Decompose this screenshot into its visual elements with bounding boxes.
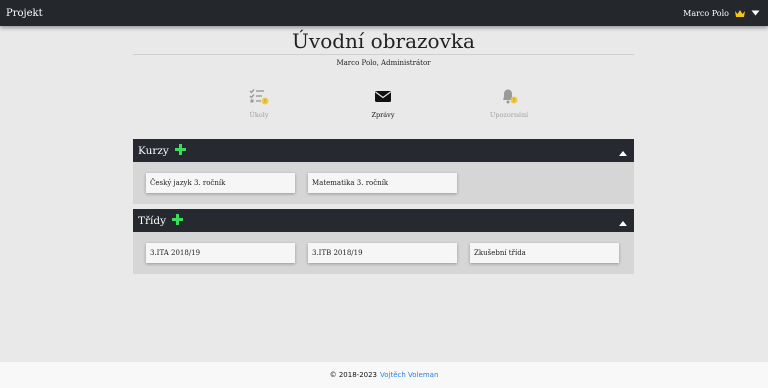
- courses-list: Český jazyk 3. ročník Matematika 3. ročn…: [133, 162, 634, 204]
- course-card[interactable]: Český jazyk 3. ročník: [146, 173, 295, 193]
- quick-link-tasks-label: Úkoly: [249, 111, 269, 119]
- page-header: Úvodní obrazovka Marco Polo, Administrát…: [133, 28, 634, 67]
- copyright-text: © 2018-2023: [329, 371, 378, 379]
- author-link[interactable]: Vojtěch Voleman: [380, 371, 438, 379]
- user-name: Marco Polo: [683, 8, 729, 18]
- class-card[interactable]: 3.ITB 2018/19: [308, 243, 457, 263]
- tasks-icon: !: [249, 88, 269, 109]
- bell-icon: !: [499, 88, 519, 109]
- classes-section-header[interactable]: Třídy: [133, 209, 634, 232]
- quick-link-messages-label: Zprávy: [371, 111, 395, 119]
- quick-link-messages[interactable]: Zprávy: [353, 88, 413, 119]
- classes-list: 3.ITA 2018/19 3.ITB 2018/19 Zkušební tří…: [133, 232, 634, 274]
- footer: © 2018-2023 Vojtěch Voleman: [0, 362, 768, 388]
- user-role-subtitle: Marco Polo, Administrátor: [336, 59, 431, 67]
- courses-section: Kurzy Český jazyk 3. ročník Matematika 3…: [133, 139, 634, 204]
- top-navbar: Projekt Marco Polo: [0, 0, 768, 26]
- collapse-classes-icon[interactable]: [619, 211, 627, 230]
- quick-link-notifications[interactable]: ! Upozornění: [479, 88, 539, 119]
- classes-section-title: Třídy: [138, 214, 167, 227]
- quick-link-notifications-label: Upozornění: [489, 111, 529, 119]
- collapse-courses-icon[interactable]: [619, 141, 627, 160]
- page-title: Úvodní obrazovka: [292, 29, 475, 53]
- envelope-icon: [374, 88, 392, 109]
- svg-text:!: !: [513, 98, 515, 104]
- course-card[interactable]: Matematika 3. ročník: [308, 173, 457, 193]
- courses-section-title: Kurzy: [138, 144, 169, 157]
- class-card[interactable]: 3.ITA 2018/19: [146, 243, 295, 263]
- title-divider: [133, 54, 634, 55]
- courses-section-header[interactable]: Kurzy: [133, 139, 634, 162]
- quick-link-tasks[interactable]: ! Úkoly: [229, 88, 289, 119]
- user-menu[interactable]: Marco Polo: [683, 9, 760, 18]
- crown-icon: [734, 9, 746, 18]
- brand-link[interactable]: Projekt: [6, 8, 43, 19]
- svg-text:!: !: [264, 99, 266, 105]
- caret-down-icon[interactable]: [751, 10, 760, 16]
- add-course-icon[interactable]: [174, 143, 186, 158]
- add-class-icon[interactable]: [172, 213, 184, 228]
- classes-section: Třídy 3.ITA 2018/19 3.ITB 2018/19 Zkušeb…: [133, 209, 634, 274]
- class-card[interactable]: Zkušební třída: [470, 243, 619, 263]
